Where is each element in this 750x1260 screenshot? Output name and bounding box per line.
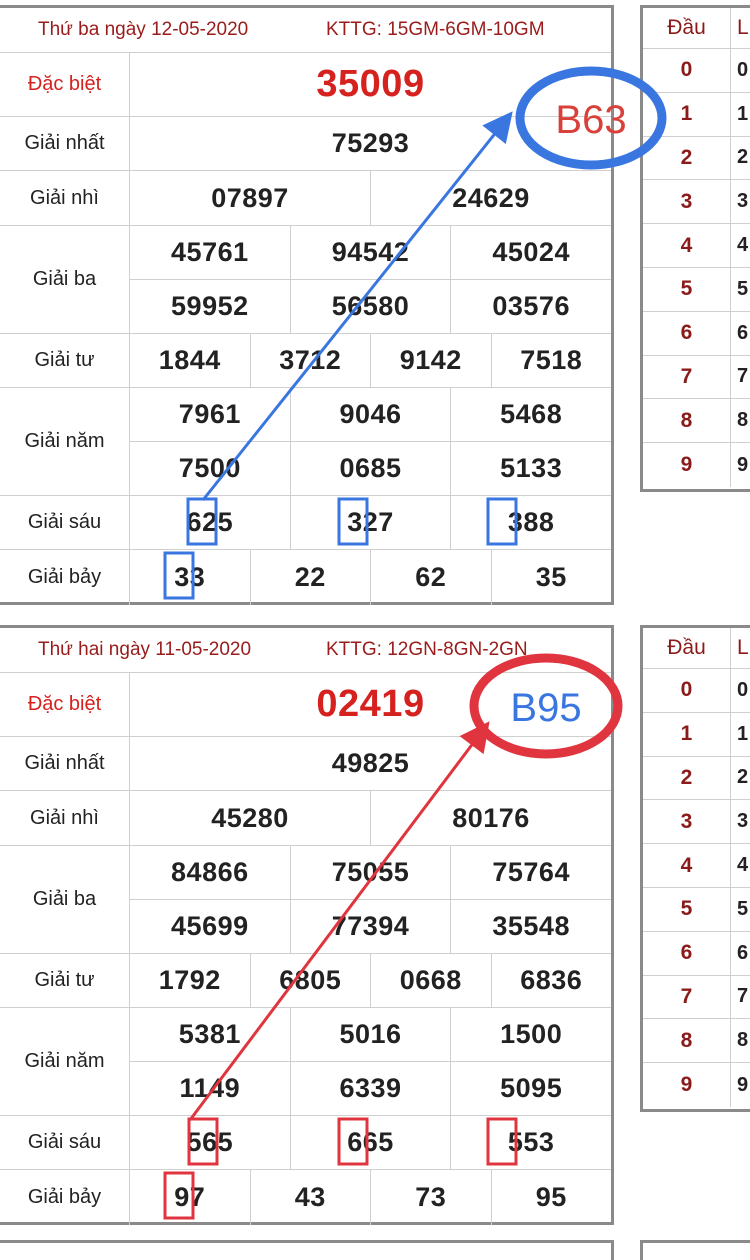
result-label: B63 [555, 98, 626, 142]
highlight-box [163, 1171, 195, 1220]
highlight-box [486, 1117, 518, 1166]
highlight-box [187, 1117, 219, 1166]
highlight-box [486, 497, 518, 546]
highlight-box [337, 497, 369, 546]
annotation-overlay: B63 B95 [163, 66, 667, 1220]
highlight-box [163, 551, 195, 600]
highlight-box [186, 497, 218, 546]
arrow-line [201, 111, 513, 501]
arrow-line [188, 721, 490, 1121]
result-label: B95 [510, 686, 581, 730]
highlight-box [337, 1117, 369, 1166]
